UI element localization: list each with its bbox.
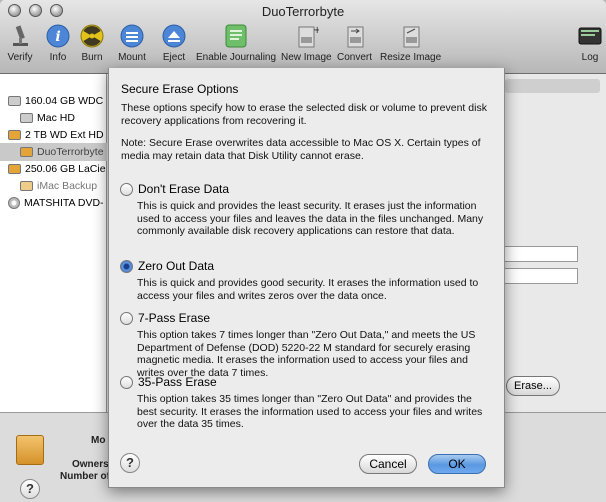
radio-button-on-icon <box>120 259 133 273</box>
resize-image-icon <box>397 22 425 50</box>
sheet-intro-text: These options specify how to erase the s… <box>121 102 487 127</box>
thirty-five-pass-radio[interactable]: 35-Pass Erase <box>120 375 492 389</box>
sidebar-item-duoterrorbyte[interactable]: DuoTerrorbyte <box>0 143 107 161</box>
thirty-five-pass-description: This option takes 35 times longer than "… <box>137 393 483 430</box>
new-image-button[interactable]: + New Image <box>281 22 332 63</box>
usb-drive-icon <box>16 435 44 465</box>
convert-button[interactable]: Convert <box>337 22 372 63</box>
microscope-icon <box>6 22 34 50</box>
sidebar-item-disk-2tb[interactable]: 2 TB WD Ext HD <box>8 126 115 144</box>
mount-label: Mount <box>118 52 146 63</box>
info-button[interactable]: i Info <box>44 22 72 63</box>
enable-journaling-label: Enable Journaling <box>196 52 277 63</box>
mount-button[interactable]: Mount <box>118 22 146 63</box>
help-button[interactable]: ? <box>20 479 40 499</box>
radio-button-off-icon <box>120 375 133 389</box>
resize-image-label: Resize Image <box>380 52 442 63</box>
seven-pass-radio[interactable]: 7-Pass Erase <box>120 311 492 325</box>
convert-icon <box>341 22 369 50</box>
sheet-note-text: Note: Secure Erase overwrites data acces… <box>121 137 481 162</box>
svg-text:+: + <box>313 25 319 36</box>
mount-icon <box>118 22 146 50</box>
radio-button-off-icon <box>120 182 133 196</box>
optical-drive-icon <box>8 197 20 209</box>
cancel-button[interactable]: Cancel <box>359 454 417 474</box>
titlebar: DuoTerrorbyte Verify i Info Burn Mount E… <box>0 0 606 74</box>
journal-icon <box>222 22 250 50</box>
radio-button-off-icon <box>120 311 133 325</box>
verify-label: Verify <box>7 52 33 63</box>
enable-journaling-button[interactable]: Enable Journaling <box>196 22 276 63</box>
external-disk-icon <box>8 164 21 174</box>
burn-button[interactable]: Burn <box>78 22 106 63</box>
dont-erase-label: Don't Erase Data <box>138 182 230 196</box>
sidebar-item-disk-250gb[interactable]: 250.06 GB LaCie <box>8 160 115 178</box>
info-mount-point-label: Mo <box>91 435 106 446</box>
dont-erase-radio[interactable]: Don't Erase Data <box>120 182 492 196</box>
eject-label: Eject <box>162 52 186 63</box>
new-image-label: New Image <box>281 52 332 63</box>
thirty-five-pass-label: 35-Pass Erase <box>138 375 217 389</box>
seven-pass-label: 7-Pass Erase <box>138 311 211 325</box>
verify-button[interactable]: Verify <box>6 22 34 63</box>
volume-icon <box>20 181 33 191</box>
zero-out-label: Zero Out Data <box>138 259 215 273</box>
svg-text:i: i <box>55 29 60 45</box>
volume-icon <box>20 147 33 157</box>
sidebar-item-dvd-drive[interactable]: MATSHITA DVD- <box>8 194 115 212</box>
window-title: DuoTerrorbyte <box>261 4 345 19</box>
log-label: Log <box>581 52 599 63</box>
sidebar-item-disk-160gb[interactable]: 160.04 GB WDC <box>8 92 115 110</box>
info-label: Info <box>49 52 67 63</box>
seven-pass-description: This option takes 7 times longer than "Z… <box>137 329 476 379</box>
external-disk-icon <box>8 130 21 140</box>
log-icon <box>576 22 604 50</box>
hard-disk-icon <box>8 96 21 106</box>
zero-out-radio[interactable]: Zero Out Data <box>120 259 492 273</box>
info-icon: i <box>44 22 72 50</box>
ok-button[interactable]: OK <box>428 454 486 474</box>
new-image-icon: + <box>292 22 320 50</box>
volume-icon <box>20 113 33 123</box>
dont-erase-description: This is quick and provides the least sec… <box>137 200 484 237</box>
option-7-pass: 7-Pass Erase This option takes 7 times l… <box>120 311 492 379</box>
erase-button[interactable]: Erase... <box>506 376 560 396</box>
option-zero-out: Zero Out Data This is quick and provides… <box>120 259 492 302</box>
info-number-label: Number of <box>60 471 110 482</box>
log-button[interactable]: Log <box>576 22 604 63</box>
option-dont-erase: Don't Erase Data This is quick and provi… <box>120 182 492 238</box>
tab-bar-background <box>505 79 600 93</box>
burn-label: Burn <box>81 52 103 63</box>
eject-button[interactable]: Eject <box>160 22 188 63</box>
option-35-pass: 35-Pass Erase This option takes 35 times… <box>120 375 492 431</box>
sheet-help-button[interactable]: ? <box>120 453 140 473</box>
info-owners-label: Owners <box>72 459 109 470</box>
eject-icon <box>160 22 188 50</box>
secure-erase-options-sheet: Secure Erase Options These options speci… <box>108 68 505 488</box>
resize-image-button[interactable]: Resize Image <box>380 22 441 63</box>
radiation-icon <box>78 22 106 50</box>
toolbar: Verify i Info Burn Mount Eject Enable Jo… <box>0 22 606 66</box>
sheet-title: Secure Erase Options <box>121 82 239 96</box>
zero-out-description: This is quick and provides good security… <box>137 277 479 302</box>
disk-sidebar: 160.04 GB WDC Mac HD 2 TB WD Ext HD DuoT… <box>0 74 107 412</box>
convert-label: Convert <box>337 52 373 63</box>
